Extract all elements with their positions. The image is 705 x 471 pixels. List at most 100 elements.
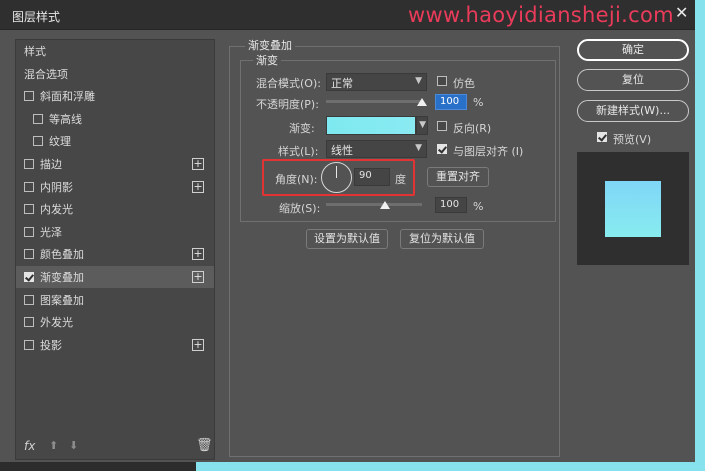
trash-icon[interactable]: 🗑: [196, 438, 213, 453]
background-dark-edge: [0, 462, 196, 471]
styles-list-label: 内阴影: [40, 180, 73, 194]
style-select[interactable]: 线性 ▼: [326, 140, 427, 158]
scale-slider[interactable]: [326, 201, 422, 209]
styles-list-checkbox[interactable]: [24, 272, 34, 282]
opacity-slider-thumb[interactable]: [417, 98, 427, 106]
group-title: 渐变: [253, 52, 281, 68]
title-bar: 图层样式 www.haoyidiansheji.com ✕: [0, 0, 705, 30]
move-up-icon[interactable]: ⬆: [49, 439, 58, 452]
styles-list-label: 样式: [24, 45, 46, 58]
dither-label: 仿色: [453, 77, 475, 90]
gradient-picker-swatch[interactable]: [326, 116, 416, 135]
ok-button[interactable]: 确定: [577, 39, 689, 61]
background-canvas: [196, 462, 705, 471]
styles-list-label: 渐变叠加: [40, 271, 84, 284]
styles-list-item[interactable]: 渐变叠加 +: [16, 266, 214, 288]
close-icon[interactable]: ✕: [675, 3, 688, 22]
styles-list-checkbox[interactable]: [24, 226, 34, 237]
blend-mode-select[interactable]: 正常 ▼: [326, 73, 427, 91]
styles-list-item[interactable]: 投影 +: [16, 334, 214, 356]
styles-list-item[interactable]: 颜色叠加 +: [16, 243, 214, 265]
scale-unit: %: [473, 200, 484, 213]
scale-label: 缩放(S):: [279, 202, 321, 215]
styles-list-checkbox[interactable]: [24, 339, 34, 350]
styles-list-item[interactable]: 样式: [16, 40, 214, 62]
opacity-input[interactable]: 100: [435, 94, 467, 110]
dither-checkbox[interactable]: [437, 76, 447, 86]
reverse-label: 反向(R): [453, 122, 492, 135]
window-title: 图层样式: [12, 10, 61, 24]
opacity-label: 不透明度(P):: [256, 98, 319, 111]
chevron-down-icon: ▼: [415, 143, 422, 153]
move-down-icon[interactable]: ⬇: [69, 439, 78, 452]
style-preview: [577, 152, 689, 265]
styles-list-label: 外发光: [40, 316, 73, 330]
styles-list-checkbox[interactable]: [24, 181, 34, 192]
reverse-checkbox[interactable]: [437, 121, 447, 131]
plus-icon[interactable]: +: [192, 271, 204, 283]
styles-list-checkbox[interactable]: [24, 317, 34, 328]
angle-label: 角度(N):: [275, 173, 318, 186]
styles-list-checkbox[interactable]: [24, 204, 34, 215]
styles-list-panel: fx ⬆ ⬇ 🗑 样式混合选项斜面和浮雕等高线纹理描边 + 内阴影 + 内发光光泽颜色叠…: [15, 39, 215, 460]
styles-list-checkbox[interactable]: [24, 91, 34, 102]
styles-list-item[interactable]: 等高线: [16, 108, 214, 130]
background-canvas-edge: [695, 0, 705, 471]
blend-mode-label: 混合模式(O):: [256, 77, 321, 90]
align-with-layer-checkbox[interactable]: [437, 144, 447, 154]
plus-icon[interactable]: +: [192, 180, 204, 193]
styles-list-checkbox[interactable]: [24, 294, 34, 305]
styles-list-label: 光泽: [40, 225, 62, 239]
styles-list-item[interactable]: 纹理: [16, 130, 214, 152]
styles-list-label: 斜面和浮雕: [40, 90, 95, 104]
plus-icon[interactable]: +: [192, 248, 204, 261]
styles-list-label: 混合选项: [24, 67, 68, 81]
angle-dial[interactable]: [321, 162, 352, 193]
preview-checkbox[interactable]: [597, 132, 607, 142]
styles-list-item[interactable]: 光泽: [16, 221, 214, 243]
section-title: 渐变叠加: [245, 37, 295, 53]
gradient-label: 渐变:: [289, 122, 315, 135]
style-label: 样式(L):: [278, 145, 319, 158]
styles-list-label: 颜色叠加: [40, 248, 84, 262]
styles-list-label: 等高线: [49, 112, 82, 126]
styles-list-item[interactable]: 斜面和浮雕: [16, 85, 214, 107]
styles-list-item[interactable]: 外发光: [16, 311, 214, 333]
fx-icon[interactable]: fx: [24, 439, 35, 453]
styles-list-checkbox[interactable]: [24, 249, 34, 260]
preview-swatch: [605, 181, 661, 237]
style-value: 线性: [331, 144, 353, 157]
styles-list-item[interactable]: 内发光: [16, 198, 214, 220]
scale-slider-thumb[interactable]: [380, 201, 390, 209]
styles-list-checkbox[interactable]: [33, 113, 43, 124]
chevron-down-icon: ▼: [415, 76, 422, 86]
opacity-unit: %: [473, 96, 484, 109]
reset-default-button[interactable]: 复位为默认值: [400, 229, 484, 249]
styles-list-toolbar: fx ⬆ ⬇ 🗑: [16, 435, 214, 459]
chevron-down-icon: ▼: [419, 120, 426, 130]
angle-unit: 度: [395, 173, 406, 186]
align-with-layer-label: 与图层对齐 (I): [453, 145, 524, 158]
plus-icon[interactable]: +: [192, 158, 204, 170]
opacity-slider[interactable]: [326, 98, 427, 106]
styles-list-item[interactable]: 图案叠加: [16, 289, 214, 311]
plus-icon[interactable]: +: [192, 338, 204, 351]
angle-input[interactable]: 90: [354, 168, 390, 186]
new-style-button[interactable]: 新建样式(W)...: [577, 100, 689, 122]
styles-list-label: 投影: [40, 338, 62, 352]
watermark-text: www.haoyidiansheji.com: [408, 3, 674, 27]
scale-input[interactable]: 100: [435, 197, 467, 213]
preview-label: 预览(V): [613, 133, 652, 146]
styles-list-label: 图案叠加: [40, 293, 84, 307]
reset-alignment-button[interactable]: 重置对齐: [427, 167, 489, 187]
styles-list-checkbox[interactable]: [24, 159, 34, 169]
blend-mode-value: 正常: [331, 77, 353, 90]
gradient-dropdown[interactable]: ▼: [416, 116, 428, 135]
styles-list-label: 描边: [40, 158, 62, 171]
set-default-button[interactable]: 设置为默认值: [306, 229, 388, 249]
styles-list-item[interactable]: 内阴影 +: [16, 176, 214, 198]
styles-list-checkbox[interactable]: [33, 136, 43, 147]
reset-button[interactable]: 复位: [577, 69, 689, 91]
styles-list-item[interactable]: 混合选项: [16, 63, 214, 85]
styles-list-item[interactable]: 描边 +: [16, 153, 214, 175]
